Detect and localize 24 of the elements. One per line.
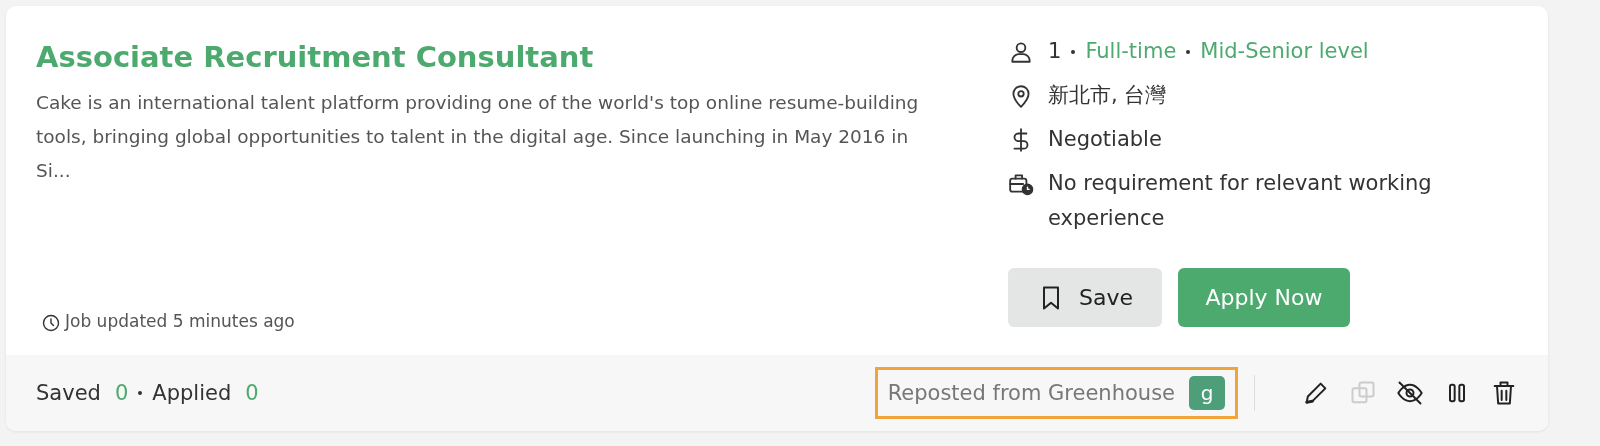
job-title[interactable]: Associate Recruitment Consultant bbox=[36, 40, 956, 74]
detail-text: Negotiable bbox=[1048, 126, 1163, 153]
eye-slash-icon[interactable] bbox=[1396, 379, 1424, 407]
clock-icon bbox=[41, 313, 61, 333]
stat-count: 0 bbox=[114, 381, 129, 405]
update-time: Job updated 5 minutes ago bbox=[65, 310, 295, 331]
separator-dot bbox=[1186, 50, 1191, 54]
job-tag: Mid-Senior level bbox=[1200, 39, 1369, 63]
job-tag: Full-time bbox=[1085, 39, 1177, 63]
stat-label: Applied bbox=[152, 381, 232, 405]
repost-text: Reposted from Greenhouse bbox=[887, 381, 1175, 405]
save-button[interactable]: Save bbox=[1008, 268, 1162, 327]
briefcase-clock-icon bbox=[1008, 171, 1034, 197]
separator-dot bbox=[1071, 50, 1076, 54]
separator-dot bbox=[138, 391, 143, 395]
job-description: Cake is an international talent platform providing one of the world's top online resume-building tools, bringing global opportunities to talent in the digital age. Since launching in May 2016 in Si... bbox=[36, 91, 920, 183]
opening-count: 1 bbox=[1048, 39, 1062, 63]
detail-text: 新北市, 台灣 bbox=[1048, 82, 1168, 109]
greenhouse-logo: g bbox=[1189, 376, 1225, 410]
stat-count: 0 bbox=[245, 381, 259, 405]
detail-text: No requirement for relevant working experience bbox=[1048, 170, 1433, 232]
stat-label: Saved bbox=[36, 381, 101, 405]
person-icon bbox=[1008, 39, 1034, 65]
apply-button[interactable]: Apply Now bbox=[1178, 268, 1350, 327]
